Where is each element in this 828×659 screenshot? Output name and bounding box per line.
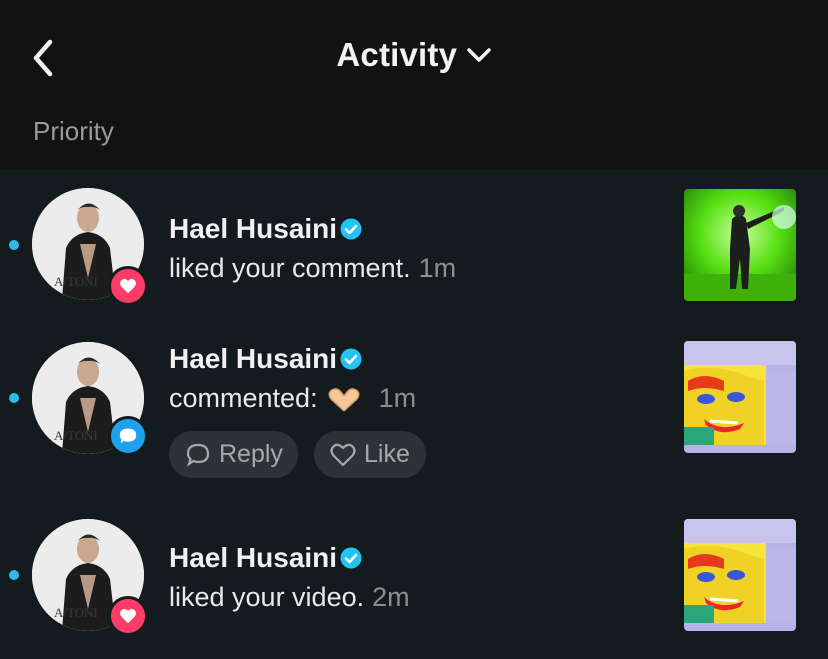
like-label: Like xyxy=(364,440,410,468)
video-thumbnail[interactable] xyxy=(684,189,796,301)
timestamp: 1m xyxy=(418,253,457,283)
reply-button[interactable]: Reply xyxy=(169,431,298,478)
timestamp: 2m xyxy=(372,582,410,612)
svg-text:A/TONI: A/TONI xyxy=(54,428,98,443)
timestamp: 1m xyxy=(378,383,417,413)
unread-indicator xyxy=(9,570,19,580)
comment-icon xyxy=(119,428,137,444)
notification-item[interactable]: A/TONI Hael Husaini liked your comment. 1… xyxy=(0,170,828,330)
comment-badge xyxy=(108,416,148,456)
thumbnail-image xyxy=(684,519,796,631)
action-text: liked your comment. 1m xyxy=(169,253,456,284)
like-button[interactable]: Like xyxy=(314,431,426,478)
reply-icon xyxy=(186,443,210,467)
heart-hands-emoji xyxy=(328,388,360,412)
heart-icon xyxy=(120,278,136,294)
heart-icon xyxy=(120,608,136,624)
heart-outline-icon xyxy=(330,443,356,466)
title-dropdown[interactable]: Activity xyxy=(0,36,828,74)
video-thumbnail[interactable] xyxy=(684,519,796,631)
notification-item[interactable]: A/TONI Hael Husaini liked your video. 2m xyxy=(0,505,828,659)
svg-text:A/TONI: A/TONI xyxy=(54,274,98,289)
verified-badge-icon xyxy=(340,547,362,569)
unread-indicator xyxy=(9,393,19,403)
name-row: Hael Husaini xyxy=(169,343,362,375)
section-label: Priority xyxy=(33,116,114,146)
notification-list: A/TONI Hael Husaini liked your comment. 1… xyxy=(0,170,828,659)
username[interactable]: Hael Husaini xyxy=(169,213,337,245)
chevron-down-icon xyxy=(466,48,491,62)
action-label: liked your comment. xyxy=(169,253,411,283)
notification-item[interactable]: A/TONI Hael Husaini commented: 1m Reply … xyxy=(0,330,828,505)
thumbnail-image xyxy=(684,341,796,453)
svg-text:A/TONI: A/TONI xyxy=(54,605,98,620)
like-badge xyxy=(108,596,148,636)
thumbnail-image xyxy=(684,189,796,301)
video-thumbnail[interactable] xyxy=(684,341,796,453)
username[interactable]: Hael Husaini xyxy=(169,542,337,574)
action-text: liked your video. 2m xyxy=(169,582,410,613)
action-label: commented: xyxy=(169,383,318,413)
action-label: liked your video. xyxy=(169,582,365,612)
name-row: Hael Husaini xyxy=(169,542,362,574)
username[interactable]: Hael Husaini xyxy=(169,343,337,375)
top-bar: Activity xyxy=(0,0,828,110)
action-text: commented: 1m xyxy=(169,383,416,414)
unread-indicator xyxy=(9,240,19,250)
like-badge xyxy=(108,266,148,306)
reply-label: Reply xyxy=(219,440,283,468)
verified-badge-icon xyxy=(340,218,362,240)
verified-badge-icon xyxy=(340,348,362,370)
page-title: Activity xyxy=(336,36,458,73)
name-row: Hael Husaini xyxy=(169,213,362,245)
